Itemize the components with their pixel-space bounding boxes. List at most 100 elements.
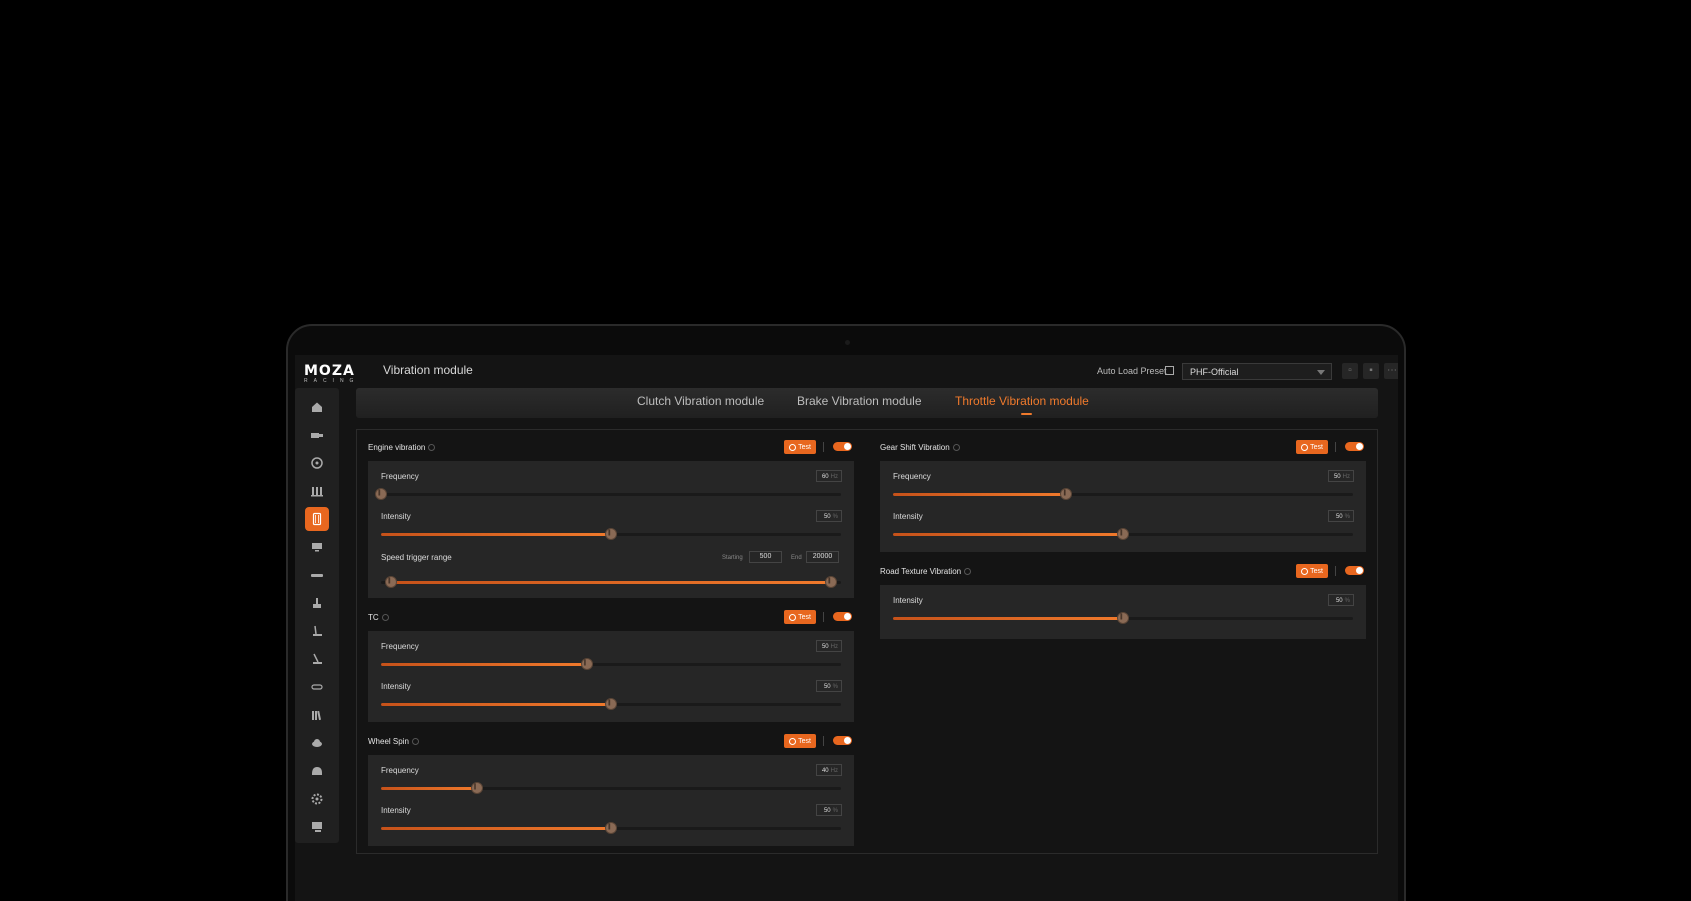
frequency-input[interactable]: 50 Hz (816, 640, 842, 652)
end-speed-input[interactable]: 20000 (806, 551, 839, 563)
sidebar-item-vibration[interactable] (305, 507, 329, 531)
speed-range-slider[interactable] (381, 576, 841, 588)
gear-shift-test-button[interactable]: Test (1296, 440, 1328, 454)
frequency-slider[interactable] (375, 488, 841, 500)
tc-enable-toggle[interactable] (833, 612, 852, 621)
truck-icon (311, 433, 323, 438)
sidebar (295, 388, 339, 843)
preset-dropdown[interactable]: PHF-Official (1182, 363, 1332, 380)
slider-thumb[interactable] (375, 488, 387, 500)
frequency-slider[interactable] (893, 488, 1353, 500)
save-preset-button[interactable]: ▫ (1342, 363, 1358, 379)
speed-range-label: Speed trigger range (381, 553, 452, 562)
info-icon[interactable] (952, 444, 960, 451)
road-texture-panel: Intensity 50% (880, 585, 1366, 639)
slider-thumb[interactable] (580, 658, 593, 670)
frequency-input[interactable]: 60 Hz (816, 470, 842, 482)
range-start-thumb[interactable] (385, 576, 397, 588)
sidebar-item-pedals[interactable] (305, 479, 329, 503)
sidebar-item-helmet[interactable] (305, 759, 329, 783)
intensity-label: Intensity (381, 806, 411, 815)
sidebar-item-display[interactable] (305, 535, 329, 559)
sidebar-item-base[interactable] (305, 423, 329, 447)
library-icon (312, 710, 322, 721)
section-title: Road Texture Vibration (880, 567, 972, 576)
info-icon[interactable] (411, 738, 419, 745)
slider-thumb[interactable] (1117, 612, 1129, 624)
intensity-input[interactable]: 50% (816, 510, 842, 522)
road-texture-header: Road Texture Vibration Test (880, 564, 1366, 580)
sidebar-item-library[interactable] (305, 703, 329, 727)
chevron-down-icon (1317, 370, 1325, 375)
sidebar-item-shifter[interactable] (305, 591, 329, 615)
slider-fill (381, 663, 587, 666)
frequency-slider[interactable] (381, 782, 841, 794)
slider-fill (893, 493, 1067, 496)
slider-thumb[interactable] (605, 698, 617, 710)
tc-test-button[interactable]: Test (784, 610, 816, 624)
intensity-label: Intensity (381, 512, 411, 521)
road-texture-test-button[interactable]: Test (1296, 564, 1328, 578)
intensity-slider[interactable] (381, 822, 841, 834)
more-button[interactable]: ⋯ (1384, 363, 1398, 379)
range-end-thumb[interactable] (825, 576, 837, 588)
sidebar-item-sequential[interactable] (305, 647, 329, 671)
sidebar-item-settings[interactable] (305, 787, 329, 811)
slider-fill (893, 533, 1123, 536)
tab-clutch[interactable]: Clutch Vibration module (637, 394, 764, 408)
play-icon (789, 443, 797, 451)
sidebar-item-handbrake[interactable] (305, 563, 329, 587)
starting-speed-input[interactable]: 500 (749, 551, 782, 563)
sequential-shifter-icon (313, 653, 322, 664)
frequency-label: Frequency (381, 766, 419, 775)
slider-thumb[interactable] (605, 528, 617, 540)
slider-thumb[interactable] (470, 782, 483, 794)
gear-shift-panel: Frequency 50Hz Intensity 50% (880, 461, 1366, 552)
intensity-input[interactable]: 50% (816, 680, 842, 692)
sidebar-item-home[interactable] (305, 395, 329, 419)
save-as-button[interactable]: ▪ (1363, 363, 1379, 379)
app-window: MOZA RACING Vibration module Auto Load P… (295, 355, 1398, 901)
info-icon[interactable] (428, 444, 436, 451)
sidebar-item-support[interactable] (305, 815, 329, 839)
sidebar-item-gear-lever[interactable] (305, 619, 329, 643)
sidebar-item-cloud[interactable] (305, 731, 329, 755)
auto-load-checkbox[interactable] (1165, 366, 1174, 375)
intensity-slider[interactable] (893, 612, 1353, 624)
play-icon (1301, 567, 1309, 575)
intensity-slider[interactable] (381, 528, 841, 540)
slider-thumb[interactable] (1117, 528, 1129, 540)
engine-enable-toggle[interactable] (833, 442, 852, 451)
section-title: Gear Shift Vibration (880, 443, 960, 452)
page-title: Vibration module (383, 363, 473, 377)
section-title: Engine vibration (368, 443, 436, 452)
slider-thumb[interactable] (605, 822, 617, 834)
slider-fill (381, 703, 611, 706)
button-box-icon (311, 684, 323, 690)
road-texture-enable-toggle[interactable] (1345, 566, 1364, 575)
frequency-slider[interactable] (381, 658, 841, 670)
intensity-input[interactable]: 50% (816, 804, 842, 816)
frequency-input[interactable]: 40 Hz (816, 764, 842, 776)
tab-throttle[interactable]: Throttle Vibration module (955, 394, 1089, 408)
gear-lever-icon (313, 625, 322, 636)
frequency-input[interactable]: 50 Hz (1328, 470, 1354, 482)
sidebar-item-button-box[interactable] (305, 675, 329, 699)
sidebar-item-wheel[interactable] (305, 451, 329, 475)
tab-brake[interactable]: Brake Vibration module (797, 394, 922, 408)
engine-test-button[interactable]: Test (784, 440, 816, 454)
wheel-spin-test-button[interactable]: Test (784, 734, 816, 748)
info-icon[interactable] (381, 614, 389, 621)
info-icon[interactable] (964, 568, 972, 575)
starting-label: Starting (722, 555, 743, 561)
wheel-spin-enable-toggle[interactable] (833, 736, 852, 745)
intensity-input[interactable]: 50% (1328, 510, 1354, 522)
section-title: TC (368, 613, 389, 622)
slider-thumb[interactable] (1060, 488, 1073, 500)
intensity-slider[interactable] (893, 528, 1353, 540)
gear-shift-enable-toggle[interactable] (1345, 442, 1364, 451)
intensity-label: Intensity (381, 682, 411, 691)
intensity-input[interactable]: 50% (1328, 594, 1354, 606)
play-icon (1301, 443, 1309, 451)
intensity-slider[interactable] (381, 698, 841, 710)
